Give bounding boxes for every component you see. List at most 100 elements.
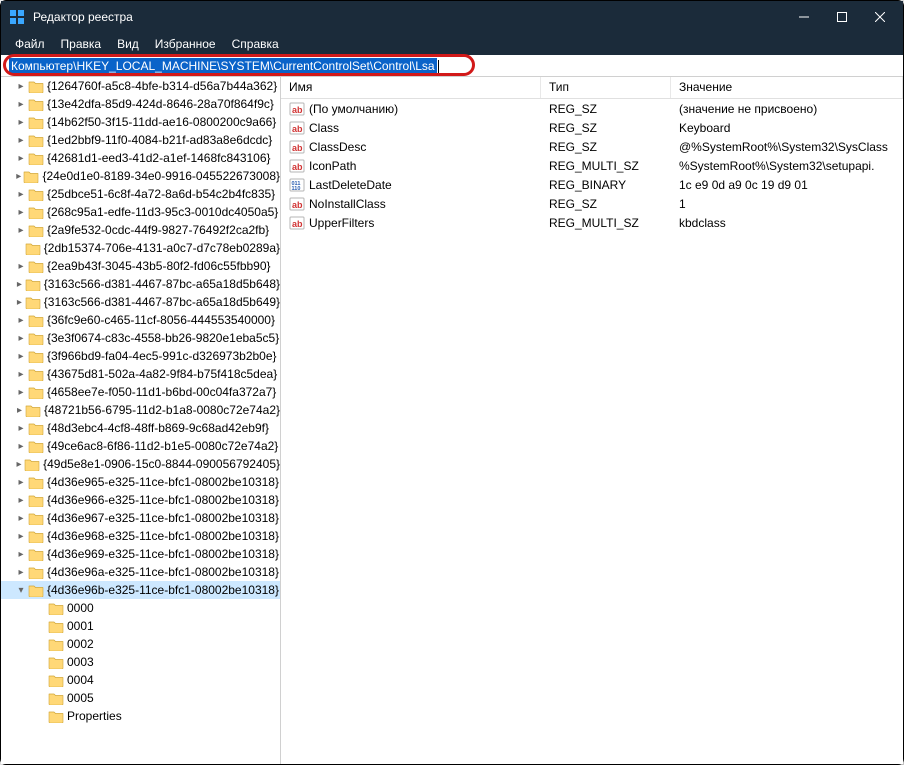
tree-item[interactable]: ▸ {4d36e967-e325-11ce-bfc1-08002be10318} — [1, 509, 280, 527]
folder-icon — [28, 385, 44, 399]
expand-icon[interactable]: ▸ — [15, 81, 27, 92]
expand-icon[interactable]: ▸ — [15, 315, 27, 326]
tree-item[interactable]: ▸ {48d3ebc4-4cf8-48ff-b869-9c68ad42eb9f} — [1, 419, 280, 437]
expand-icon[interactable]: ▸ — [15, 117, 27, 128]
tree-item[interactable]: ▸ {3163c566-d381-4467-87bc-a65a18d5b649} — [1, 293, 280, 311]
menu-favorites[interactable]: Избранное — [147, 35, 224, 53]
tree-item[interactable]: Properties — [1, 707, 280, 725]
expand-icon[interactable]: ▸ — [15, 207, 27, 218]
expand-icon[interactable]: ▸ — [15, 423, 27, 434]
expand-icon[interactable]: ▸ — [15, 351, 27, 362]
column-value[interactable]: Значение — [671, 77, 903, 98]
address-bar: Компьютер\HKEY_LOCAL_MACHINE\SYSTEM\Curr… — [1, 55, 903, 77]
column-type[interactable]: Тип — [541, 77, 671, 98]
expand-icon[interactable]: ▸ — [15, 171, 22, 182]
expand-icon[interactable]: ▸ — [15, 459, 23, 470]
expand-icon[interactable]: ▸ — [15, 333, 27, 344]
tree-item[interactable]: ▸ {48721b56-6795-11d2-b1a8-0080c72e74a2} — [1, 401, 280, 419]
string-icon: ab — [289, 120, 305, 136]
tree-item[interactable]: ▸ {43675d81-502a-4a82-9f84-b75f418c5dea} — [1, 365, 280, 383]
menu-file[interactable]: Файл — [7, 35, 53, 53]
expand-icon[interactable]: ▸ — [15, 261, 27, 272]
tree-item[interactable]: ▸ {1ed2bbf9-11f0-4084-b21f-ad83a8e6dcdc} — [1, 131, 280, 149]
expand-icon[interactable]: ▸ — [15, 495, 27, 506]
expand-icon[interactable]: ▸ — [15, 279, 24, 290]
menu-view[interactable]: Вид — [109, 35, 147, 53]
tree-item[interactable]: ▸ {3163c566-d381-4467-87bc-a65a18d5b648} — [1, 275, 280, 293]
expand-icon[interactable]: ▸ — [15, 531, 27, 542]
tree-item[interactable]: ▸ {14b62f50-3f15-11dd-ae16-0800200c9a66} — [1, 113, 280, 131]
tree-item[interactable]: 0004 — [1, 671, 280, 689]
tree-item[interactable]: ▸ {3e3f0674-c83c-4558-bb26-9820e1eba5c5} — [1, 329, 280, 347]
tree-item[interactable]: 0005 — [1, 689, 280, 707]
tree-item[interactable]: ▸ {4d36e968-e325-11ce-bfc1-08002be10318} — [1, 527, 280, 545]
tree-item[interactable]: ▸ {4d36e965-e325-11ce-bfc1-08002be10318} — [1, 473, 280, 491]
value-row[interactable]: abUpperFiltersREG_MULTI_SZkbdclass — [281, 213, 903, 232]
tree-item-label: {43675d81-502a-4a82-9f84-b75f418c5dea} — [47, 367, 277, 381]
expand-icon[interactable]: ▸ — [15, 513, 27, 524]
value-row[interactable]: abIconPathREG_MULTI_SZ%SystemRoot%\Syste… — [281, 156, 903, 175]
tree-item[interactable]: ▸ {4658ee7e-f050-11d1-b6bd-00c04fa372a7} — [1, 383, 280, 401]
menu-help[interactable]: Справка — [224, 35, 287, 53]
close-button[interactable] — [857, 1, 903, 33]
tree-item[interactable]: ▸ {49d5e8e1-0906-15c0-8844-090056792405} — [1, 455, 280, 473]
tree-item[interactable]: ▸ {2ea9b43f-3045-43b5-80f2-fd06c55fbb90} — [1, 257, 280, 275]
tree-item[interactable]: ▸ {4d36e966-e325-11ce-bfc1-08002be10318} — [1, 491, 280, 509]
expand-icon[interactable]: ▸ — [15, 567, 27, 578]
column-name[interactable]: Имя — [281, 77, 541, 98]
expand-icon[interactable]: ▸ — [15, 405, 24, 416]
values-pane[interactable]: Имя Тип Значение ab(По умолчанию)REG_SZ(… — [281, 77, 903, 764]
tree-item[interactable]: ▸ {49ce6ac8-6f86-11d2-b1e5-0080c72e74a2} — [1, 437, 280, 455]
expand-icon[interactable]: ▸ — [15, 153, 27, 164]
value-type: REG_MULTI_SZ — [541, 216, 671, 230]
tree-item[interactable]: 0000 — [1, 599, 280, 617]
tree-item[interactable]: ▸ {13e42dfa-85d9-424d-8646-28a70f864f9c} — [1, 95, 280, 113]
expand-icon[interactable]: ▸ — [15, 297, 24, 308]
value-data: %SystemRoot%\System32\setupapi. — [671, 159, 903, 173]
tree-item[interactable]: ▸ {36fc9e60-c465-11cf-8056-444553540000} — [1, 311, 280, 329]
folder-icon — [25, 277, 41, 291]
expand-icon[interactable]: ▸ — [15, 99, 27, 110]
value-row[interactable]: abNoInstallClassREG_SZ1 — [281, 194, 903, 213]
tree-item[interactable]: ▸ {25dbce51-6c8f-4a72-8a6d-b54c2b4fc835} — [1, 185, 280, 203]
tree-item[interactable]: ▸ {4d36e96a-e325-11ce-bfc1-08002be10318} — [1, 563, 280, 581]
tree-item[interactable]: ▸ {3f966bd9-fa04-4ec5-991c-d326973b2b0e} — [1, 347, 280, 365]
tree-item[interactable]: {2db15374-706e-4131-a0c7-d7c78eb0289a} — [1, 239, 280, 257]
value-row[interactable]: ab(По умолчанию)REG_SZ(значение не присв… — [281, 99, 903, 118]
expand-icon[interactable]: ▸ — [15, 441, 27, 452]
folder-icon — [23, 169, 39, 183]
window-title: Редактор реестра — [33, 10, 781, 24]
tree-item[interactable]: ▸ {2a9fe532-0cdc-44f9-9827-76492f2ca2fb} — [1, 221, 280, 239]
tree-item[interactable]: 0002 — [1, 635, 280, 653]
tree-item-label: {25dbce51-6c8f-4a72-8a6d-b54c2b4fc835} — [47, 187, 275, 201]
folder-icon — [25, 241, 41, 255]
value-row[interactable]: 011110LastDeleteDateREG_BINARY1c e9 0d a… — [281, 175, 903, 194]
value-data: Keyboard — [671, 121, 903, 135]
tree-pane[interactable]: ▸ {1264760f-a5c8-4bfe-b314-d56a7b44a362}… — [1, 77, 281, 764]
value-type: REG_MULTI_SZ — [541, 159, 671, 173]
expand-icon[interactable]: ▸ — [15, 477, 27, 488]
tree-item[interactable]: ▸ {1264760f-a5c8-4bfe-b314-d56a7b44a362} — [1, 77, 280, 95]
tree-item[interactable]: 0001 — [1, 617, 280, 635]
expand-icon[interactable]: ▾ — [15, 585, 27, 596]
menu-edit[interactable]: Правка — [53, 35, 110, 53]
expand-icon[interactable]: ▸ — [15, 135, 27, 146]
expand-icon[interactable]: ▸ — [15, 189, 27, 200]
address-input[interactable] — [5, 56, 897, 76]
value-row[interactable]: abClassDescREG_SZ@%SystemRoot%\System32\… — [281, 137, 903, 156]
tree-item[interactable]: 0003 — [1, 653, 280, 671]
svg-text:ab: ab — [292, 143, 303, 153]
expand-icon[interactable]: ▸ — [15, 225, 27, 236]
folder-icon — [48, 691, 64, 705]
app-icon — [9, 9, 25, 25]
value-row[interactable]: abClassREG_SZKeyboard — [281, 118, 903, 137]
tree-item[interactable]: ▸ {4d36e969-e325-11ce-bfc1-08002be10318} — [1, 545, 280, 563]
tree-item[interactable]: ▸ {42681d1-eed3-41d2-a1ef-1468fc843106} — [1, 149, 280, 167]
expand-icon[interactable]: ▸ — [15, 387, 27, 398]
expand-icon[interactable]: ▸ — [15, 549, 27, 560]
tree-item[interactable]: ▾ {4d36e96b-e325-11ce-bfc1-08002be10318} — [1, 581, 280, 599]
tree-item[interactable]: ▸ {268c95a1-edfe-11d3-95c3-0010dc4050a5} — [1, 203, 280, 221]
tree-item-label: {2a9fe532-0cdc-44f9-9827-76492f2ca2fb} — [47, 223, 269, 237]
tree-item[interactable]: ▸ {24e0d1e0-8189-34e0-9916-045522673008} — [1, 167, 280, 185]
expand-icon[interactable]: ▸ — [15, 369, 27, 380]
